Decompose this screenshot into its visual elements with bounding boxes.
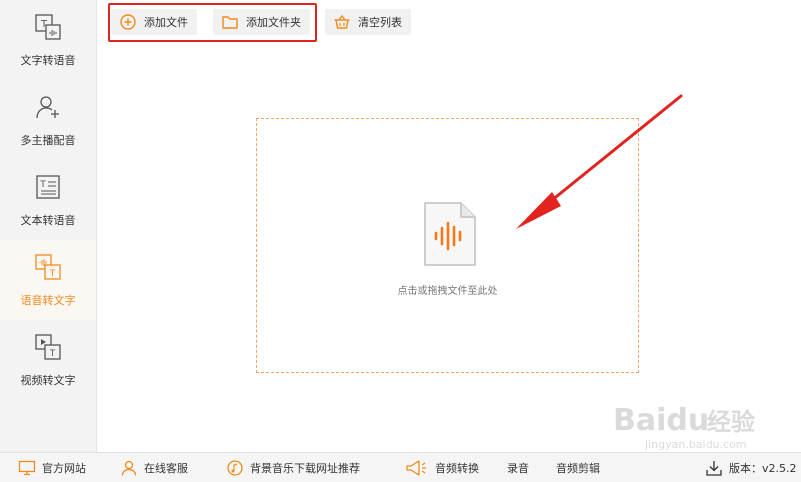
download-icon[interactable] xyxy=(705,459,723,477)
record-label: 录音 xyxy=(507,462,529,475)
version-label: 版本：v2.5.2 xyxy=(729,462,797,475)
audio-convert-link[interactable]: 音频转换 xyxy=(403,453,479,482)
audio-convert-label: 音频转换 xyxy=(435,462,479,475)
baidu-watermark-logo: Baidu 经验 jingyan.baidu.com xyxy=(613,403,755,451)
document-text-icon: T xyxy=(33,172,63,202)
svg-text:T: T xyxy=(39,180,46,190)
sidebar-item-speech-to-text[interactable]: T 语音转文字 xyxy=(0,240,96,320)
sidebar-item-label: 多主播配音 xyxy=(20,134,76,147)
background-music-link[interactable]: 背景音乐下载网址推荐 xyxy=(226,453,360,482)
online-support-label: 在线客服 xyxy=(144,462,188,475)
online-support-link[interactable]: 在线客服 xyxy=(120,453,188,482)
video-to-text-icon: T xyxy=(33,332,63,362)
drop-hint: 点击或拖拽文件至此处 xyxy=(397,286,498,297)
official-website-label: 官方网站 xyxy=(42,462,86,475)
sidebar-item-video-to-text[interactable]: T 视频转文字 xyxy=(0,320,96,400)
svg-text:T: T xyxy=(49,269,56,279)
footer-bar: 官方网站 在线客服 背景音乐下载网址推荐 音频转换 录音 音频剪辑 版本：v2.… xyxy=(0,452,801,482)
audio-edit-link[interactable]: 音频剪辑 xyxy=(556,453,600,482)
basket-icon xyxy=(333,13,351,31)
sidebar-item-label: 文字转语音 xyxy=(20,54,76,67)
add-user-icon xyxy=(33,92,63,122)
clear-list-button[interactable]: 清空列表 xyxy=(325,9,411,35)
sidebar: T 文字转语音 多主播配音 T 文本转语音 T 语音转文字 T 视频转文字 xyxy=(0,0,97,452)
megaphone-icon xyxy=(403,459,429,477)
version-info: 版本：v2.5.2 xyxy=(705,453,797,482)
audio-file-icon xyxy=(421,201,479,267)
svg-text:T: T xyxy=(49,349,56,359)
sidebar-item-doc-to-speech[interactable]: T 文本转语音 xyxy=(0,160,96,240)
watermark-url: jingyan.baidu.com xyxy=(644,438,747,451)
background-music-label: 背景音乐下载网址推荐 xyxy=(250,462,360,475)
sidebar-item-multi-voice[interactable]: 多主播配音 xyxy=(0,80,96,160)
speech-to-text-icon: T xyxy=(33,252,63,282)
sidebar-item-label: 文本转语音 xyxy=(20,214,76,227)
sidebar-item-label: 视频转文字 xyxy=(20,374,76,387)
sidebar-item-text-to-speech[interactable]: T 文字转语音 xyxy=(0,0,96,80)
monitor-icon xyxy=(18,459,36,477)
watermark-brand: Baidu xyxy=(613,403,709,438)
audio-edit-label: 音频剪辑 xyxy=(556,462,600,475)
clear-list-label: 清空列表 xyxy=(358,16,402,29)
official-website-link[interactable]: 官方网站 xyxy=(18,453,86,482)
watermark-brand-cn: 经验 xyxy=(707,408,755,436)
music-disc-icon xyxy=(226,459,244,477)
text-to-speech-icon: T xyxy=(33,12,63,42)
file-drop-zone[interactable]: 点击或拖拽文件至此处 xyxy=(256,118,639,373)
record-link[interactable]: 录音 xyxy=(507,453,529,482)
highlight-box xyxy=(108,3,317,42)
support-user-icon xyxy=(120,459,138,477)
sidebar-item-label: 语音转文字 xyxy=(20,294,76,307)
